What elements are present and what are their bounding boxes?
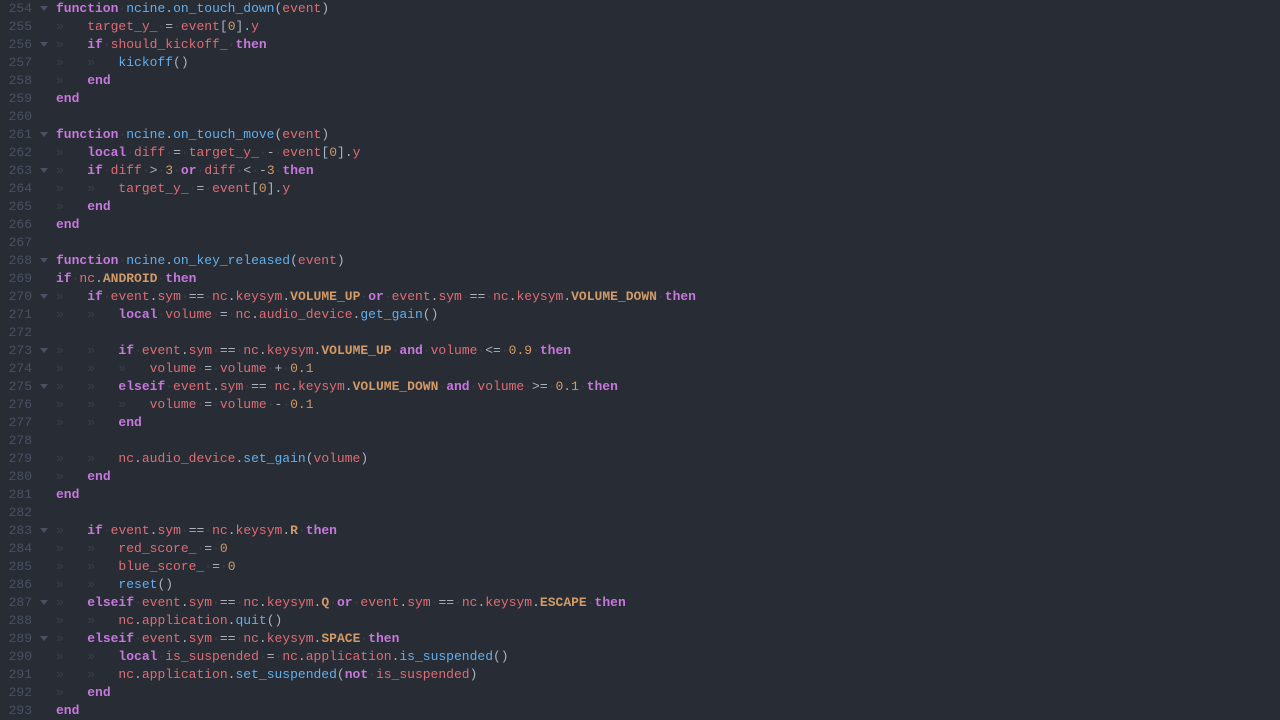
code-line[interactable]: » end [56,468,1280,486]
line-number[interactable]: 281 [0,486,52,504]
line-number[interactable]: 262 [0,144,52,162]
code-line[interactable]: » if·event.sym·==·nc.keysym.R·then [56,522,1280,540]
line-number[interactable]: 266 [0,216,52,234]
line-number[interactable]: 260 [0,108,52,126]
line-number[interactable]: 263 [0,162,52,180]
code-line[interactable]: » end [56,198,1280,216]
line-number[interactable]: 288 [0,612,52,630]
code-line[interactable]: » » » volume·=·volume·+·0.1 [56,360,1280,378]
code-line[interactable]: function·ncine.on_touch_down(event) [56,0,1280,18]
code-line[interactable]: function·ncine.on_touch_move(event) [56,126,1280,144]
code-line[interactable]: » » nc.audio_device.set_gain(volume) [56,450,1280,468]
line-number[interactable]: 272 [0,324,52,342]
code-line[interactable]: » » local·volume·=·nc.audio_device.get_g… [56,306,1280,324]
code-line[interactable]: » elseif·event.sym·==·nc.keysym.Q·or·eve… [56,594,1280,612]
line-number[interactable]: 290 [0,648,52,666]
line-number[interactable]: 267 [0,234,52,252]
code-line[interactable]: » target_y_·=·event[0].y [56,18,1280,36]
line-number-gutter[interactable]: 2542552562572582592602612622632642652662… [0,0,52,720]
line-number[interactable]: 282 [0,504,52,522]
line-number[interactable]: 271 [0,306,52,324]
code-line[interactable]: » local·diff·=·target_y_·-·event[0].y [56,144,1280,162]
code-content[interactable]: function·ncine.on_touch_down(event)» tar… [52,0,1280,720]
line-number[interactable]: 261 [0,126,52,144]
code-line[interactable]: » end [56,684,1280,702]
line-number[interactable]: 278 [0,432,52,450]
code-line[interactable]: » » kickoff() [56,54,1280,72]
line-number[interactable]: 284 [0,540,52,558]
line-number[interactable]: 291 [0,666,52,684]
code-line[interactable]: » end [56,72,1280,90]
code-line[interactable]: if·nc.ANDROID·then [56,270,1280,288]
code-line[interactable] [56,324,1280,342]
code-line[interactable]: » if·should_kickoff_·then [56,36,1280,54]
line-number[interactable]: 270 [0,288,52,306]
line-number[interactable]: 264 [0,180,52,198]
code-line[interactable]: » if·diff·>·3·or·diff·<·-3·then [56,162,1280,180]
code-editor[interactable]: 2542552562572582592602612622632642652662… [0,0,1280,720]
line-number[interactable]: 256 [0,36,52,54]
code-line[interactable]: end [56,90,1280,108]
line-number[interactable]: 276 [0,396,52,414]
line-number[interactable]: 289 [0,630,52,648]
line-number[interactable]: 286 [0,576,52,594]
code-line[interactable]: » if·event.sym·==·nc.keysym.VOLUME_UP·or… [56,288,1280,306]
code-line[interactable]: » » if·event.sym·==·nc.keysym.VOLUME_UP·… [56,342,1280,360]
code-line[interactable] [56,234,1280,252]
code-line[interactable] [56,504,1280,522]
line-number[interactable]: 268 [0,252,52,270]
line-number[interactable]: 287 [0,594,52,612]
line-number[interactable]: 254 [0,0,52,18]
code-line[interactable]: end [56,486,1280,504]
line-number[interactable]: 257 [0,54,52,72]
code-line[interactable]: » » » volume·=·volume·-·0.1 [56,396,1280,414]
code-line[interactable]: » » nc.application.set_suspended(not·is_… [56,666,1280,684]
line-number[interactable]: 265 [0,198,52,216]
line-number[interactable]: 275 [0,378,52,396]
line-number[interactable]: 258 [0,72,52,90]
code-line[interactable]: » » target_y_·=·event[0].y [56,180,1280,198]
code-line[interactable]: » » red_score_·=·0 [56,540,1280,558]
line-number[interactable]: 277 [0,414,52,432]
code-line[interactable]: » » blue_score_·=·0 [56,558,1280,576]
line-number[interactable]: 274 [0,360,52,378]
line-number[interactable]: 269 [0,270,52,288]
code-line[interactable]: function·ncine.on_key_released(event) [56,252,1280,270]
code-line[interactable] [56,108,1280,126]
line-number[interactable]: 285 [0,558,52,576]
code-line[interactable]: » » reset() [56,576,1280,594]
line-number[interactable]: 279 [0,450,52,468]
code-line[interactable] [56,432,1280,450]
code-line[interactable]: » » nc.application.quit() [56,612,1280,630]
code-line[interactable]: end [56,216,1280,234]
code-line[interactable]: end [56,702,1280,720]
line-number[interactable]: 292 [0,684,52,702]
code-line[interactable]: » » elseif·event.sym·==·nc.keysym.VOLUME… [56,378,1280,396]
code-line[interactable]: » » local·is_suspended·=·nc.application.… [56,648,1280,666]
code-line[interactable]: » » end [56,414,1280,432]
code-line[interactable]: » elseif·event.sym·==·nc.keysym.SPACE·th… [56,630,1280,648]
line-number[interactable]: 283 [0,522,52,540]
line-number[interactable]: 255 [0,18,52,36]
line-number[interactable]: 273 [0,342,52,360]
line-number[interactable]: 259 [0,90,52,108]
line-number[interactable]: 293 [0,702,52,720]
line-number[interactable]: 280 [0,468,52,486]
